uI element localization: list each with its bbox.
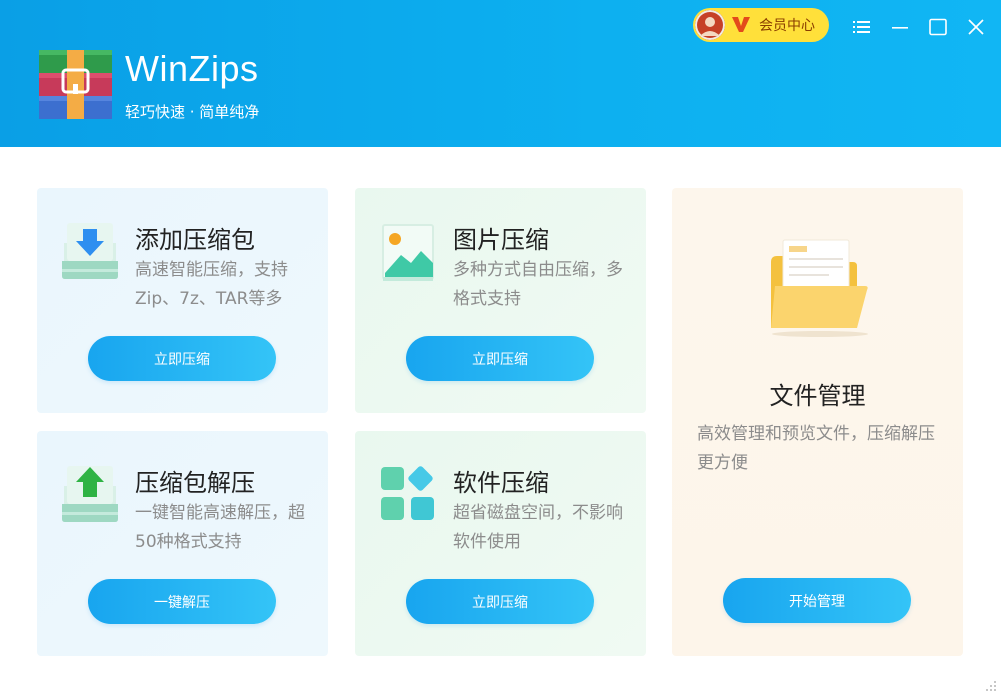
card-title: 文件管理 [769,382,866,410]
maximize-button[interactable] [925,14,951,40]
card-title: 软件压缩 [453,469,549,497]
card-title: 压缩包解压 [135,469,255,497]
card-image-compress[interactable]: 图片压缩 多种方式自由压缩，多格式支持 立即压缩 [355,188,646,413]
close-icon [968,19,984,35]
avatar-icon [695,10,725,40]
resize-grip-icon[interactable] [983,678,997,692]
card-software-compress[interactable]: 软件压缩 超省磁盘空间，不影响软件使用 立即压缩 [355,431,646,656]
card-description: 超省磁盘空间，不影响软件使用 [453,503,623,552]
winzips-window: WinZips 轻巧快速 · 简单纯净 会员中心 添加压缩包 高速智能压缩，支持… [0,0,1001,696]
image-compress-button[interactable]: 立即压缩 [406,336,594,381]
image-icon [382,224,434,281]
logo-icon [39,50,112,119]
minimize-icon [892,27,908,29]
card-description: 高速智能压缩，支持Zip、7z、TAR等多 [135,260,288,309]
minimize-button[interactable] [887,14,913,40]
card-title: 图片压缩 [453,226,549,254]
app-slogan: 轻巧快速 · 简单纯净 [125,103,260,121]
card-description: 多种方式自由压缩，多格式支持 [453,260,623,309]
menu-button[interactable] [849,14,875,40]
upload-drive-icon [62,466,118,522]
vip-center-button[interactable]: 会员中心 [693,8,829,42]
maximize-icon [929,18,947,36]
vip-v-icon [732,17,750,32]
apps-icon [381,466,434,520]
app-name: WinZips [125,48,259,89]
software-compress-button[interactable]: 立即压缩 [406,579,594,624]
vip-center-label: 会员中心 [759,18,815,34]
card-description: 一键智能高速解压，超50种格式支持 [135,503,305,552]
add-archive-button[interactable]: 立即压缩 [88,336,276,381]
download-drive-icon [62,223,118,279]
unzip-button[interactable]: 一键解压 [88,579,276,624]
title-bar[interactable]: WinZips 轻巧快速 · 简单纯净 会员中心 [0,0,1001,147]
card-description: 高效管理和预览文件，压缩解压更方便 [697,424,935,473]
card-unzip[interactable]: 压缩包解压 一键智能高速解压，超50种格式支持 一键解压 [37,431,328,656]
close-button[interactable] [963,14,989,40]
start-manage-button[interactable]: 开始管理 [723,578,911,623]
folder-icon [771,239,868,337]
card-file-manager[interactable]: 文件管理 高效管理和预览文件，压缩解压更方便 开始管理 [672,188,963,656]
menu-icon [853,21,870,33]
card-title: 添加压缩包 [135,226,255,254]
card-add-archive[interactable]: 添加压缩包 高速智能压缩，支持Zip、7z、TAR等多 立即压缩 [37,188,328,413]
